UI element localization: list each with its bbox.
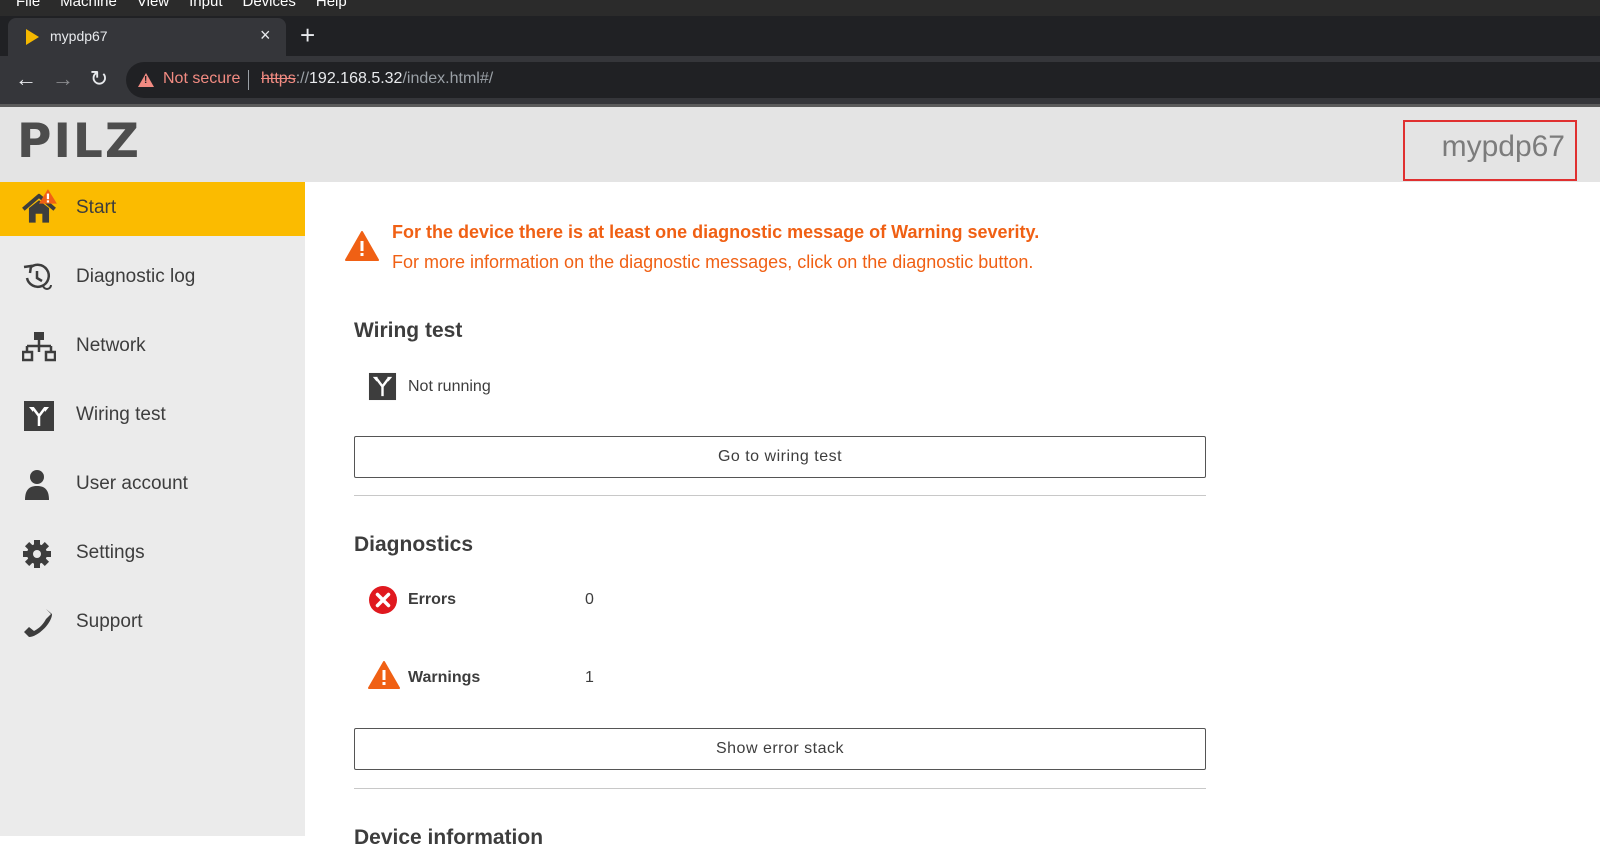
warnings-count: 1 (585, 669, 594, 686)
new-tab-button[interactable]: + (300, 21, 315, 49)
security-indicator[interactable]: Not secure (163, 70, 240, 88)
alert-title: For the device there is at least one dia… (392, 222, 1040, 242)
pilz-logo[interactable]: PILZ (17, 117, 141, 167)
sidebar-item-user-account[interactable]: User account (0, 458, 305, 512)
sidebar-item-label: Wiring test (76, 404, 166, 425)
sidebar-item-support[interactable]: Support (0, 596, 305, 650)
alert-message: For more information on the diagnostic m… (392, 252, 1034, 272)
not-secure-warning-icon[interactable] (138, 73, 154, 87)
sidebar-item-start[interactable]: Start (0, 182, 305, 236)
device-name-box: mypdp67 (1403, 120, 1577, 181)
errors-label: Errors (408, 591, 457, 608)
error-icon (369, 586, 397, 614)
main-content: For the device there is at least one dia… (305, 182, 1600, 849)
sidebar-item-label: User account (76, 473, 188, 494)
reload-icon[interactable]: ↻ (86, 66, 112, 92)
sidebar: Start Diagnostic log Network Wiring test (0, 182, 305, 836)
menu-machine[interactable]: Machine (60, 0, 117, 16)
favicon-icon (26, 29, 39, 45)
browser-tab-strip: mypdp67 × + (0, 16, 1600, 56)
history-icon (23, 263, 52, 290)
wiring-test-icon (368, 372, 397, 401)
menu-file[interactable]: File (16, 0, 40, 16)
address-bar[interactable]: Not secure https://192.168.5.32/index.ht… (126, 62, 1600, 98)
url-text[interactable]: https://192.168.5.32/index.html#/ (261, 70, 493, 88)
browser-tab[interactable]: mypdp67 × (8, 18, 286, 56)
warnings-label: Warnings (408, 669, 481, 686)
sidebar-item-diagnostic-log[interactable]: Diagnostic log (0, 251, 305, 305)
browser-toolbar: ← → ↻ Not secure https://192.168.5.32/in… (0, 56, 1600, 104)
warning-icon (345, 231, 379, 261)
url-host: 192.168.5.32 (309, 70, 403, 87)
sidebar-item-label: Start (76, 197, 117, 218)
url-path: /index.html#/ (402, 70, 494, 87)
menu-devices[interactable]: Devices (243, 0, 296, 16)
app-header: PILZ mypdp67 (0, 107, 1600, 182)
errors-count: 0 (585, 591, 594, 608)
section-divider (354, 495, 1206, 496)
tab-title: mypdp67 (50, 28, 108, 44)
menu-help[interactable]: Help (316, 0, 347, 16)
sidebar-item-settings[interactable]: Settings (0, 527, 305, 581)
sidebar-item-wiring-test[interactable]: Wiring test (0, 389, 305, 443)
network-icon (22, 332, 56, 362)
url-separator: :// (295, 70, 310, 87)
wiring-test-title: Wiring test (354, 319, 463, 342)
go-to-wiring-test-button[interactable]: Go to wiring test (354, 436, 1206, 478)
device-name: mypdp67 (1441, 130, 1565, 163)
os-menu-bar: File Machine View Input Devices Help (0, 0, 1600, 16)
menu-input[interactable]: Input (189, 0, 222, 16)
sidebar-item-label: Settings (76, 542, 145, 563)
url-scheme: https (261, 70, 296, 87)
diagnostics-title: Diagnostics (354, 533, 474, 556)
show-error-stack-button[interactable]: Show error stack (354, 728, 1206, 770)
device-information-title: Device information (354, 826, 544, 849)
sidebar-item-label: Network (76, 335, 146, 356)
close-icon[interactable]: × (260, 25, 271, 45)
sidebar-item-network[interactable]: Network (0, 320, 305, 374)
menu-view[interactable]: View (137, 0, 169, 16)
warning-icon (368, 661, 400, 689)
home-icon (22, 189, 57, 223)
gear-icon (23, 540, 51, 568)
section-divider (354, 788, 1206, 789)
phone-icon (24, 609, 52, 637)
forward-icon[interactable]: → (50, 66, 76, 92)
sidebar-item-label: Support (76, 611, 143, 632)
omnibox-separator (248, 70, 249, 90)
sidebar-item-label: Diagnostic log (76, 266, 196, 287)
user-icon (25, 470, 49, 500)
wiring-test-status: Not running (408, 378, 491, 395)
back-icon[interactable]: ← (13, 66, 39, 92)
wiring-test-icon (24, 401, 54, 431)
